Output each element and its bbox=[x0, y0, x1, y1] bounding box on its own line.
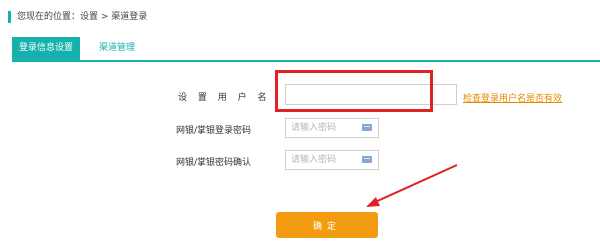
page: 您现在的位置：设置 > 渠道登录 登录信息设置 渠道管理 设 置 用 户 名 检… bbox=[0, 0, 600, 246]
annotation-arrow bbox=[366, 164, 458, 207]
submit-button[interactable]: 确定 bbox=[276, 212, 378, 238]
